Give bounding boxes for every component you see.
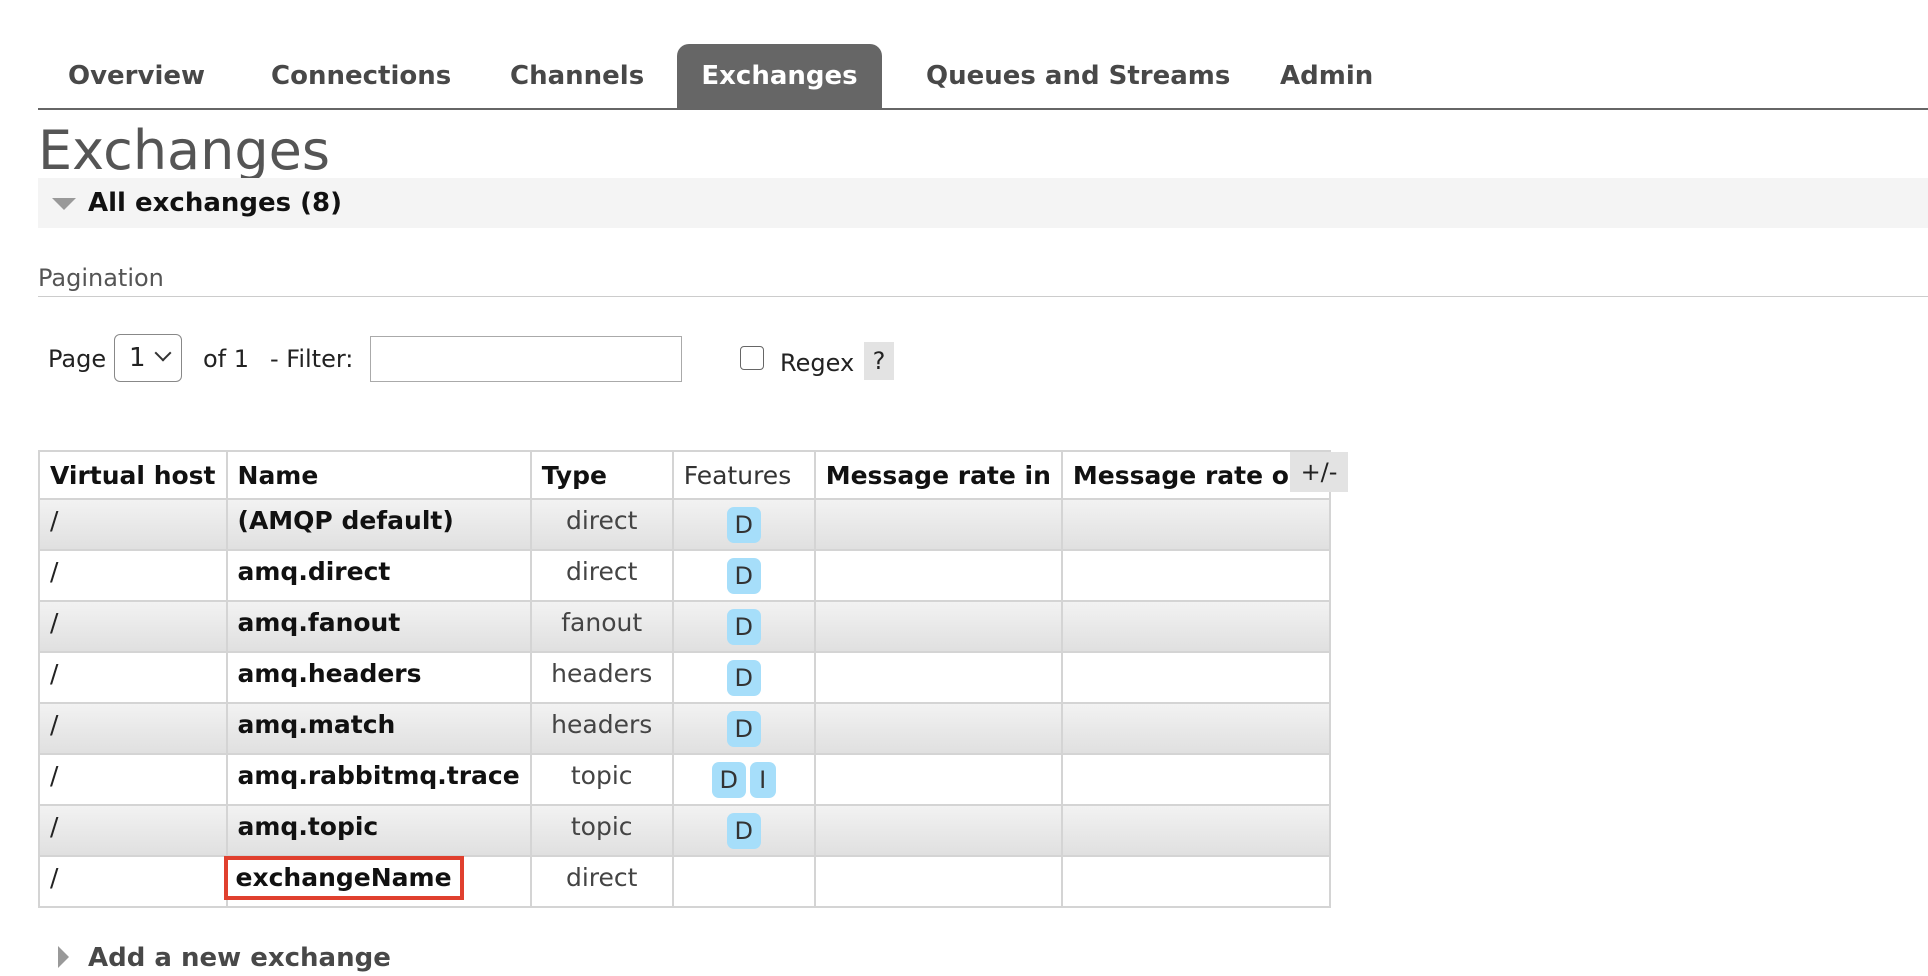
cell-features: D <box>671 498 816 551</box>
page-of-label: of 1 <box>203 345 250 373</box>
filter-label: - Filter: <box>270 345 354 373</box>
exchange-name-link[interactable]: amq.headers <box>225 651 532 704</box>
regex-label: Regex <box>780 349 855 377</box>
cell-rate-in <box>813 855 1063 908</box>
cell-rate-out <box>1060 804 1331 857</box>
table-row: / amq.rabbitmq.trace topic DI <box>38 753 1331 806</box>
expand-triangle-icon <box>58 946 69 968</box>
cell-rate-out <box>1060 753 1331 806</box>
cell-type: headers <box>529 702 674 755</box>
table-header-row: Virtual host Name Type Features Message … <box>38 450 1331 500</box>
cell-features: D <box>671 702 816 755</box>
tab-connections[interactable]: Connections <box>271 44 451 108</box>
tab-queues-and-streams[interactable]: Queues and Streams <box>926 44 1230 108</box>
exchange-name-link[interactable]: amq.fanout <box>225 600 532 653</box>
cell-type: direct <box>529 498 674 551</box>
chevron-down-icon <box>154 344 172 362</box>
table-row: / (AMQP default) direct D <box>38 498 1331 551</box>
add-exchange-label: Add a new exchange <box>88 943 391 973</box>
feature-badge-durable: D <box>726 558 761 594</box>
table-row: / exchangeName direct <box>38 855 1331 908</box>
exchange-name-link[interactable]: amq.topic <box>225 804 532 857</box>
regex-help-button[interactable]: ? <box>864 342 894 380</box>
feature-badge-durable: D <box>726 609 761 645</box>
cell-vhost: / <box>38 753 228 806</box>
exchanges-table: Virtual host Name Type Features Message … <box>38 450 1331 908</box>
exchange-name-link[interactable]: amq.match <box>225 702 532 755</box>
exchange-name-link[interactable]: (AMQP default) <box>225 498 532 551</box>
column-header-message-rate-in[interactable]: Message rate in <box>813 450 1063 500</box>
cell-rate-in <box>813 498 1063 551</box>
exchange-name-cell: exchangeName <box>223 855 532 908</box>
cell-rate-out <box>1060 855 1331 908</box>
exchange-name-link[interactable]: amq.rabbitmq.trace <box>225 753 532 806</box>
cell-vhost: / <box>38 600 228 653</box>
page-select[interactable]: 1 <box>114 334 182 382</box>
page-title: Exchanges <box>38 119 330 182</box>
column-header-type[interactable]: Type <box>529 450 674 500</box>
feature-badge-durable: D <box>726 813 761 849</box>
regex-checkbox[interactable] <box>740 346 764 370</box>
feature-badge-durable: D <box>726 507 761 543</box>
page-select-value: 1 <box>129 343 146 373</box>
feature-badge-durable: D <box>726 660 761 696</box>
cell-rate-in <box>813 651 1063 704</box>
cell-rate-out <box>1060 702 1331 755</box>
cell-type: direct <box>529 855 674 908</box>
exchange-name-link[interactable]: amq.direct <box>225 549 532 602</box>
feature-badge-internal: I <box>749 762 776 798</box>
table-row: / amq.topic topic D <box>38 804 1331 857</box>
feature-badge-durable: D <box>726 711 761 747</box>
cell-features: D <box>671 804 816 857</box>
table-row: / amq.fanout fanout D <box>38 600 1331 653</box>
cell-features <box>671 855 816 908</box>
cell-rate-in <box>813 753 1063 806</box>
column-header-name[interactable]: Name <box>225 450 532 500</box>
cell-type: fanout <box>529 600 674 653</box>
pagination-heading: Pagination <box>38 264 164 292</box>
table-row: / amq.headers headers D <box>38 651 1331 704</box>
exchange-name-link-highlighted[interactable]: exchangeName <box>223 856 464 900</box>
cell-type: topic <box>529 804 674 857</box>
main-nav-tabs: Overview Connections Channels Exchanges … <box>38 44 1928 110</box>
tab-admin[interactable]: Admin <box>1280 44 1373 108</box>
tab-channels[interactable]: Channels <box>510 44 644 108</box>
cell-vhost: / <box>38 549 228 602</box>
cell-type: headers <box>529 651 674 704</box>
feature-badge-durable: D <box>711 762 746 798</box>
cell-rate-in <box>813 549 1063 602</box>
cell-rate-out <box>1060 498 1331 551</box>
tab-exchanges[interactable]: Exchanges <box>677 44 882 108</box>
cell-vhost: / <box>38 651 228 704</box>
cell-vhost: / <box>38 855 228 908</box>
cell-rate-out <box>1060 651 1331 704</box>
cell-type: direct <box>529 549 674 602</box>
column-header-virtual-host[interactable]: Virtual host <box>38 450 228 500</box>
all-exchanges-section-toggle[interactable]: All exchanges (8) <box>38 178 1928 228</box>
column-toggle-button[interactable]: +/- <box>1290 452 1348 492</box>
table-row: / amq.match headers D <box>38 702 1331 755</box>
cell-features: D <box>671 600 816 653</box>
cell-features: D <box>671 549 816 602</box>
cell-rate-in <box>813 702 1063 755</box>
tab-overview[interactable]: Overview <box>68 44 205 108</box>
cell-rate-in <box>813 804 1063 857</box>
cell-vhost: / <box>38 702 228 755</box>
collapse-triangle-icon <box>52 198 76 210</box>
cell-rate-out <box>1060 549 1331 602</box>
filter-input[interactable] <box>370 336 682 382</box>
cell-vhost: / <box>38 804 228 857</box>
cell-features: D <box>671 651 816 704</box>
cell-rate-in <box>813 600 1063 653</box>
cell-rate-out <box>1060 600 1331 653</box>
cell-vhost: / <box>38 498 228 551</box>
cell-type: topic <box>529 753 674 806</box>
pagination-divider <box>38 296 1928 297</box>
table-row: / amq.direct direct D <box>38 549 1331 602</box>
cell-features: DI <box>671 753 816 806</box>
column-header-features: Features <box>671 450 816 500</box>
page-label: Page <box>48 345 107 373</box>
section-label: All exchanges (8) <box>88 188 343 218</box>
